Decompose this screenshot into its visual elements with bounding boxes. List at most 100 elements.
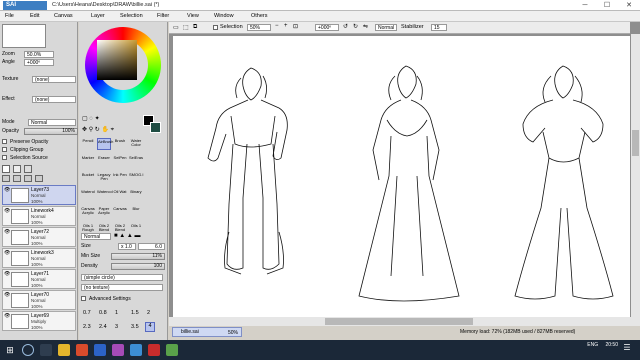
preset-size[interactable]: 3.5 [131, 324, 139, 330]
effect-select[interactable]: (none) [32, 96, 76, 103]
selection-toggle[interactable] [213, 25, 218, 30]
tool-canvas[interactable]: Canvas [113, 206, 127, 218]
texture-select[interactable]: (none) [32, 76, 76, 83]
menu-window[interactable]: Window [214, 13, 234, 19]
layer-item[interactable]: 👁 Layer73 Normal 100% [2, 185, 76, 205]
density-slider[interactable]: 100 [111, 263, 165, 270]
tool-pencil[interactable]: Pencil [81, 138, 95, 150]
saturation-value-square[interactable] [97, 40, 137, 80]
menu-view[interactable]: View [187, 13, 199, 19]
eye-icon[interactable]: 👁 [4, 187, 10, 193]
shape-round-icon[interactable]: ▲ [119, 233, 125, 239]
tool-legacy-pen[interactable]: Legacy Pen [97, 172, 111, 184]
tool-bucket[interactable]: Bucket [81, 172, 95, 184]
mode-select[interactable]: Normal [375, 24, 397, 31]
app-icon[interactable] [166, 344, 178, 356]
tool-paper-acrylic[interactable]: Paper Acrylic [97, 206, 111, 218]
eye-icon[interactable]: 👁 [4, 271, 10, 277]
hand-icon[interactable]: ✋ [101, 127, 108, 133]
layer-item[interactable]: 👁 Linework3 Normal 100% [2, 248, 76, 268]
menu-filter[interactable]: Filter [157, 13, 169, 19]
blend-mode-select[interactable]: Normal [28, 119, 76, 126]
tool-smog[interactable]: SMOG.I [129, 172, 143, 184]
preset-size-selected[interactable]: 4 [145, 322, 155, 332]
rotate-icon[interactable]: ↻ [95, 127, 100, 133]
zoom-select[interactable]: 50% [247, 24, 271, 31]
secondary-color-swatch[interactable] [150, 122, 161, 133]
layer-item[interactable]: 👁 Linework4 Normal 100% [2, 206, 76, 226]
vertical-scrollbar[interactable] [631, 34, 640, 326]
rotate-left-icon[interactable]: ↺ [343, 23, 348, 30]
eye-icon[interactable]: 👁 [4, 229, 10, 235]
invert-icon[interactable]: ⧉ [193, 24, 197, 31]
brush-texture-select[interactable]: (no texture) [81, 284, 163, 291]
select-rect-icon[interactable]: ▢ [82, 116, 88, 122]
eye-icon[interactable]: 👁 [4, 250, 10, 256]
eye-icon[interactable]: 👁 [4, 208, 10, 214]
menu-edit[interactable]: Edit [30, 13, 39, 19]
preset-size[interactable]: 2 [147, 310, 150, 316]
select-rect-toolbar-icon[interactable]: ▭ [173, 24, 179, 31]
min-size-slider[interactable]: 11% [111, 253, 165, 260]
menu-layer[interactable]: Layer [91, 13, 105, 19]
brush-shape-select[interactable]: (simple circle) [81, 274, 163, 281]
shape-flat-icon[interactable]: ▬ [135, 233, 141, 239]
zoom-icon[interactable]: ⚲ [89, 127, 93, 133]
drawing-canvas[interactable] [173, 36, 630, 317]
flip-icon[interactable]: ⇋ [363, 23, 368, 30]
preset-size[interactable]: 2.4 [99, 324, 107, 330]
tool-binary[interactable]: Binary [129, 189, 143, 201]
eye-icon[interactable]: 👁 [4, 313, 10, 319]
clock[interactable]: 20:50 [605, 342, 618, 348]
clipping-group-checkbox[interactable] [2, 147, 7, 152]
tool-canvas-acrylic[interactable]: Canvas Acrylic [81, 206, 95, 218]
tool-watercolor[interactable]: Water Color [129, 138, 143, 150]
layer-item[interactable]: 👁 Layer70 Normal 100% [2, 290, 76, 310]
zoom-reset-icon[interactable]: ⊡ [293, 23, 298, 30]
tool-brush[interactable]: Brush [113, 138, 127, 150]
eye-icon[interactable]: 👁 [4, 292, 10, 298]
app-icon[interactable] [148, 344, 160, 356]
eyedropper-icon[interactable]: ⌖ [111, 127, 114, 133]
stabilizer-select[interactable]: 15 [431, 24, 447, 31]
move-icon[interactable]: ✥ [82, 127, 87, 133]
layer-item[interactable]: 👁 Layer71 Normal 100% [2, 269, 76, 289]
opacity-slider[interactable]: 100% [24, 128, 78, 135]
layer-item[interactable]: 👁 Layer69 Multiply 100% [2, 311, 76, 331]
preset-size[interactable]: 0.8 [99, 310, 107, 316]
notification-icon[interactable]: ☰ [620, 343, 634, 357]
transfer-down-icon[interactable] [24, 175, 32, 182]
selection-source-checkbox[interactable] [2, 155, 7, 160]
layer-item[interactable]: 👁 Layer72 Normal 100% [2, 227, 76, 247]
task-view-icon[interactable] [40, 344, 52, 356]
tool-airbrush[interactable]: AirBrush [97, 138, 113, 150]
file-explorer-icon[interactable] [58, 344, 70, 356]
shape-soft-icon[interactable]: ▲ [127, 233, 133, 239]
advanced-settings-checkbox[interactable] [81, 296, 86, 301]
chrome-icon[interactable] [76, 344, 88, 356]
magic-wand-icon[interactable]: ✦ [95, 116, 100, 122]
clear-layer-icon[interactable] [13, 175, 21, 182]
angle-field[interactable]: +000º [24, 59, 54, 66]
lasso-icon[interactable]: ◌ [89, 116, 93, 122]
preset-size[interactable]: 1.5 [131, 310, 139, 316]
menu-file[interactable]: File [5, 13, 14, 19]
vertical-scroll-thumb[interactable] [632, 130, 639, 156]
tool-oil-wat[interactable]: Oil Wat [113, 189, 127, 201]
angle-select[interactable]: +000º [315, 24, 339, 31]
photoshop-icon[interactable] [94, 344, 106, 356]
tool-watercol[interactable]: Watercol [97, 189, 113, 201]
preserve-opacity-checkbox[interactable] [2, 139, 7, 144]
menu-selection[interactable]: Selection [120, 13, 143, 19]
search-icon[interactable] [22, 344, 34, 356]
preset-size[interactable]: 1 [115, 310, 118, 316]
preset-size[interactable]: 2.3 [83, 324, 91, 330]
menu-canvas[interactable]: Canvas [54, 13, 73, 19]
tool-selpen[interactable]: SelPen [113, 155, 127, 167]
new-layer-icon[interactable] [2, 165, 10, 173]
new-linework-icon[interactable] [24, 165, 32, 173]
merge-down-icon[interactable] [2, 175, 10, 182]
tool-waterol[interactable]: Waterol [81, 189, 95, 201]
preset-size[interactable]: 0.7 [83, 310, 91, 316]
new-folder-icon[interactable] [13, 165, 21, 173]
